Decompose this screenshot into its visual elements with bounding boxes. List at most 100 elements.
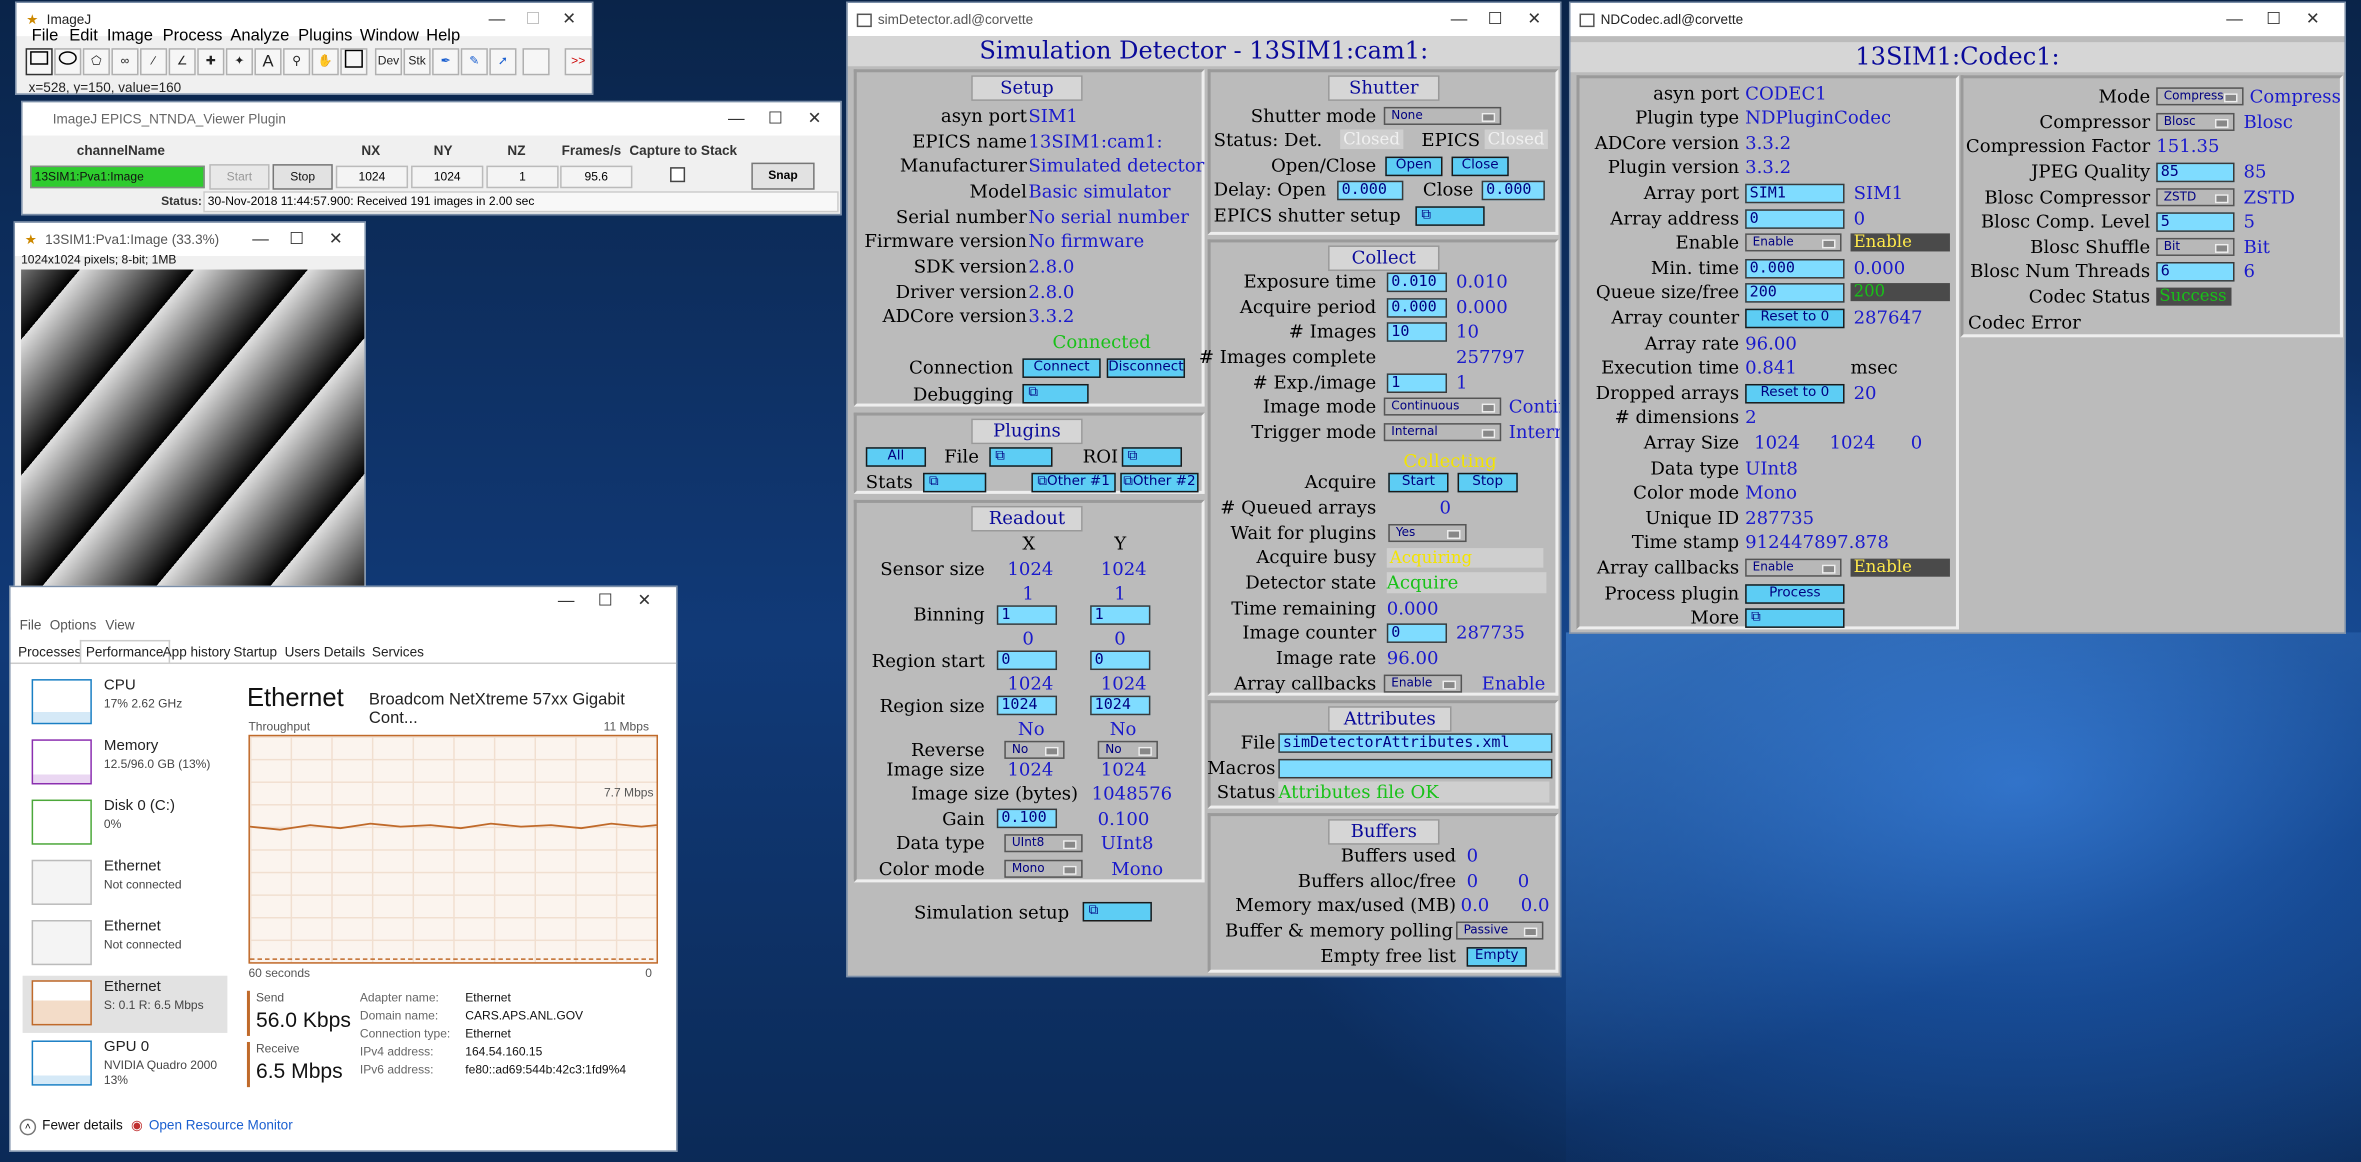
close-icon[interactable]: ✕ — [550, 3, 589, 36]
hand-tool-icon[interactable]: ✋ — [311, 48, 339, 76]
reverse-x-menu[interactable]: No — [1004, 740, 1065, 759]
side-cpu[interactable]: CPU 17% 2.62 GHz — [23, 675, 228, 732]
attributes-file-input[interactable]: simDetectorAttributes.xml — [1278, 733, 1553, 753]
tab-users[interactable]: Users — [280, 641, 324, 662]
stop-button[interactable]: Stop — [272, 164, 333, 190]
tab-details[interactable]: Details — [319, 641, 369, 662]
maximize-icon[interactable]: ☐ — [586, 587, 625, 617]
minimize-icon[interactable]: — — [717, 102, 756, 135]
blosc-shuffle-menu[interactable]: Bit — [2156, 237, 2235, 256]
menu-help[interactable]: Help — [426, 27, 460, 45]
menu-process[interactable]: Process — [163, 27, 223, 45]
connect-button[interactable]: Connect — [1022, 358, 1101, 378]
side-disk[interactable]: Disk 0 (C:) 0% — [23, 795, 228, 852]
shutter-open-button[interactable]: Open — [1385, 156, 1443, 177]
side-gpu[interactable]: GPU 0 NVIDIA Quadro 2000 13% — [23, 1036, 228, 1102]
empty-free-list-button[interactable]: Empty — [1466, 947, 1527, 967]
side-ethernet-active[interactable]: Ethernet S: 0.1 R: 6.5 Mbps — [22, 975, 228, 1033]
image-mode-menu[interactable]: Continuous — [1383, 397, 1502, 416]
size-x-input[interactable]: 1024 — [996, 695, 1058, 716]
jpeg-quality-input[interactable]: 85 — [2156, 162, 2235, 183]
simulation-setup-button[interactable]: ⧉ — [1082, 901, 1152, 922]
num-images-input[interactable]: 10 — [1386, 322, 1448, 342]
binning-x-input[interactable]: 1 — [996, 605, 1058, 625]
polygon-tool-icon[interactable]: ⬠ — [82, 48, 110, 76]
resource-monitor-link[interactable]: ◉ Open Resource Monitor — [131, 1117, 293, 1134]
array-callbacks-menu[interactable]: Enable — [1383, 674, 1463, 693]
compressor-menu[interactable]: Blosc — [2156, 112, 2235, 131]
side-ethernet-2[interactable]: Ethernet Not connected — [23, 915, 228, 972]
other2-button[interactable]: ⧉Other #2 — [1120, 472, 1199, 493]
minimize-icon[interactable]: — — [1439, 3, 1478, 36]
blosc-compressor-menu[interactable]: ZSTD — [2156, 188, 2235, 207]
angle-tool-icon[interactable]: ∠ — [168, 48, 196, 76]
tm-menu-options[interactable]: Options — [50, 617, 97, 632]
start-x-input[interactable]: 0 — [996, 650, 1058, 671]
maximize-icon[interactable]: ☐ — [1476, 3, 1515, 36]
acquire-start-button[interactable]: Start — [1388, 472, 1449, 493]
minimize-icon[interactable]: — — [477, 3, 516, 36]
color-tool-icon[interactable] — [340, 48, 368, 76]
pen-tool-icon[interactable]: ✒ — [432, 48, 460, 76]
close-delay-input[interactable]: 0.000 — [1481, 180, 1545, 201]
maximize-icon[interactable]: ☐ — [513, 3, 552, 36]
size-y-input[interactable]: 1024 — [1090, 695, 1151, 716]
tab-processes[interactable]: Processes — [14, 641, 86, 662]
more-button[interactable]: ⧉ — [1745, 608, 1845, 628]
dev-tool-icon[interactable]: Dev — [374, 48, 403, 76]
channel-input[interactable]: 13SIM1:Pva1:Image — [30, 165, 205, 189]
maximize-icon[interactable]: ☐ — [756, 102, 795, 135]
open-delay-input[interactable]: 0.000 — [1337, 180, 1404, 201]
wand-tool-icon[interactable]: ✦ — [225, 48, 253, 76]
roi-plugin-button[interactable]: ⧉ — [1121, 447, 1183, 467]
snap-button[interactable]: Snap — [751, 162, 815, 190]
dropped-reset-button[interactable]: Reset to 0 — [1745, 383, 1845, 404]
polling-menu[interactable]: Passive — [1456, 921, 1544, 940]
period-input[interactable]: 0.000 — [1386, 298, 1448, 318]
array-counter-reset-button[interactable]: Reset to 0 — [1745, 308, 1845, 329]
text-tool-icon[interactable]: A — [254, 48, 282, 76]
array-address-input[interactable]: 0 — [1745, 209, 1845, 229]
array-port-input[interactable]: SIM1 — [1745, 183, 1845, 204]
fewer-details-button[interactable]: ˄ Fewer details — [19, 1117, 123, 1136]
mode-menu[interactable]: Compress — [2156, 87, 2244, 106]
queue-size-input[interactable]: 200 — [1745, 283, 1845, 303]
acquire-stop-button[interactable]: Stop — [1457, 472, 1518, 493]
menu-file[interactable]: File — [32, 27, 59, 45]
num-exposures-input[interactable]: 1 — [1386, 373, 1448, 393]
shutter-close-button[interactable]: Close — [1451, 156, 1509, 177]
menu-analyze[interactable]: Analyze — [230, 27, 289, 45]
minimize-icon[interactable]: — — [241, 223, 280, 256]
image-counter-input[interactable]: 0 — [1386, 623, 1448, 643]
shutter-mode-menu[interactable]: None — [1383, 106, 1502, 125]
stk-tool-icon[interactable]: Stk — [403, 48, 431, 76]
close-icon[interactable]: ✕ — [1515, 3, 1554, 36]
rect-tool-icon[interactable] — [25, 48, 53, 76]
maximize-icon[interactable]: ☐ — [277, 223, 316, 256]
arrow-tool-icon[interactable]: ➚ — [489, 48, 517, 76]
menu-image[interactable]: Image — [107, 27, 153, 45]
side-memory[interactable]: Memory 12.5/96.0 GB (13%) — [23, 735, 228, 792]
min-time-input[interactable]: 0.000 — [1745, 258, 1845, 279]
wait-plugins-menu[interactable]: Yes — [1388, 523, 1467, 543]
tab-performance[interactable]: Performance — [79, 639, 170, 663]
exposure-input[interactable]: 0.010 — [1386, 272, 1448, 293]
tm-menu-view[interactable]: View — [105, 617, 134, 632]
capture-checkbox[interactable] — [670, 167, 686, 183]
disconnect-button[interactable]: Disconnect — [1106, 358, 1186, 378]
debugging-button[interactable]: ⧉ — [1022, 383, 1089, 404]
close-icon[interactable]: ✕ — [795, 102, 834, 135]
color-mode-menu[interactable]: Mono — [1004, 859, 1083, 878]
brush-tool-icon[interactable]: ✎ — [460, 48, 488, 76]
binning-y-input[interactable]: 1 — [1090, 605, 1151, 625]
freehand-tool-icon[interactable]: ∞ — [111, 48, 139, 76]
blosc-level-input[interactable]: 5 — [2156, 212, 2235, 232]
codec-enable-menu[interactable]: Enable — [1745, 233, 1842, 252]
stats-plugin-button[interactable]: ⧉ — [923, 472, 987, 493]
start-y-input[interactable]: 0 — [1090, 650, 1151, 671]
side-ethernet-1[interactable]: Ethernet Not connected — [23, 855, 228, 912]
attributes-macros-input[interactable] — [1278, 758, 1553, 779]
point-tool-icon[interactable]: ✚ — [197, 48, 225, 76]
line-tool-icon[interactable]: ∕ — [140, 48, 168, 76]
close-icon[interactable]: ✕ — [625, 587, 664, 617]
